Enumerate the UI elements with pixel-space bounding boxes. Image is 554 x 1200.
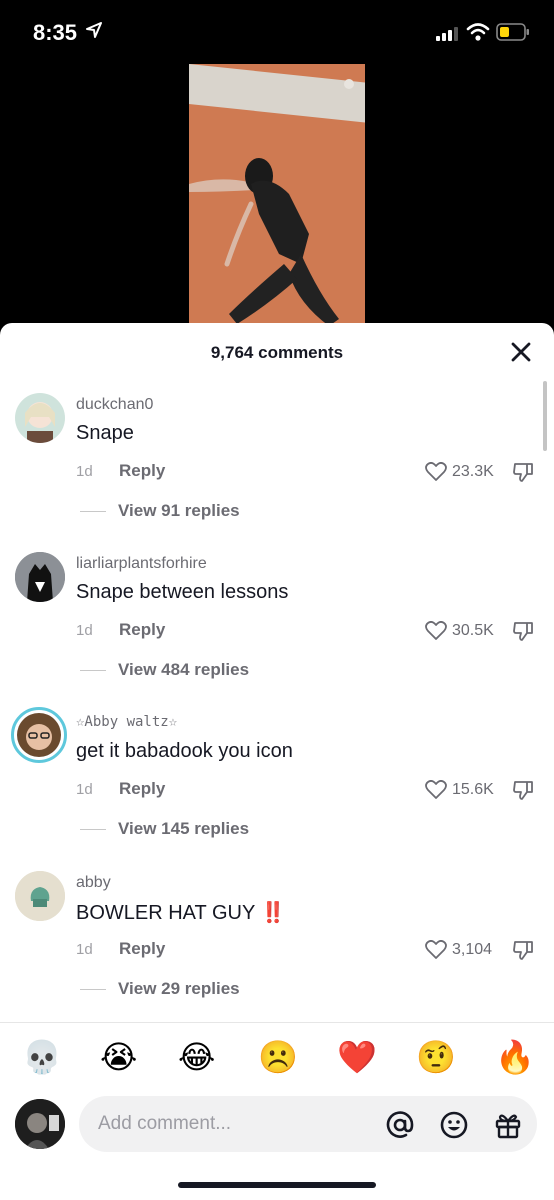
heart-outline-icon	[425, 780, 447, 799]
double-exclamation-icon: ‼️	[260, 902, 286, 924]
comment-text-body: BOWLER HAT GUY	[76, 902, 255, 924]
avatar[interactable]	[15, 1099, 65, 1149]
comment-item: liarliarplantsforhire Snape between less…	[0, 552, 554, 710]
emoji-crying[interactable]: 😭	[100, 1035, 137, 1079]
comment-item: ☆Abby waltz☆ get it babadook you icon 1d…	[0, 707, 554, 869]
at-sign-icon[interactable]	[386, 1111, 414, 1139]
thumbs-down-icon[interactable]	[512, 779, 534, 801]
comments-count-title: 9,764 comments	[210, 343, 344, 362]
like-button[interactable]: 15.6K	[425, 779, 494, 801]
view-replies-button[interactable]: View 484 replies	[80, 660, 249, 680]
avatar[interactable]	[15, 871, 65, 921]
heart-outline-icon	[425, 621, 447, 640]
reply-button[interactable]: Reply	[119, 620, 165, 640]
comment-item: duckchan0 Snape 1d Reply 23.3K View 91 r…	[0, 393, 554, 551]
comment-text: Snape	[76, 422, 134, 444]
replies-divider-line	[80, 510, 106, 512]
comment-username[interactable]: ☆Abby waltz☆	[76, 714, 177, 730]
comment-date: 1d	[76, 622, 93, 639]
view-replies-label: View 91 replies	[118, 501, 240, 520]
close-icon[interactable]	[510, 341, 532, 363]
emoji-raised-eyebrow[interactable]: 🤨	[416, 1035, 456, 1079]
emoji-fire[interactable]: 🔥	[495, 1035, 535, 1079]
video-figure	[189, 79, 354, 326]
smiley-icon[interactable]	[440, 1111, 468, 1139]
add-comment-input[interactable]	[79, 1096, 537, 1152]
heart-outline-icon	[425, 462, 447, 481]
emoji-quick-bar: 💀 😭 😂 ☹️ ❤️ 🤨 🔥	[0, 1035, 554, 1085]
emoji-laughing[interactable]: 😂	[178, 1035, 215, 1079]
location-arrow-icon	[86, 22, 102, 38]
comment-input-row	[0, 1096, 554, 1154]
view-replies-label: View 145 replies	[118, 819, 250, 838]
comment-date: 1d	[76, 781, 93, 798]
status-bar: 8:35	[0, 0, 554, 60]
replies-divider-line	[80, 988, 106, 990]
comment-text: Snape between lessons	[76, 581, 289, 603]
emoji-skull[interactable]: 💀	[22, 1035, 62, 1079]
like-count: 15.6K	[452, 781, 494, 798]
replies-divider-line	[80, 669, 106, 671]
comment-text: get it babadook you icon	[76, 740, 293, 762]
input-divider	[0, 1022, 554, 1023]
like-button[interactable]: 23.3K	[425, 461, 494, 483]
comments-sheet: 9,764 comments duckchan0 Snape 1d Reply …	[0, 323, 554, 1200]
view-replies-button[interactable]: View 29 replies	[80, 979, 240, 999]
comment-item: abby BOWLER HAT GUY ‼️ 1d Reply 3,104 Vi…	[0, 871, 554, 1029]
wifi-icon	[466, 23, 490, 41]
comment-date: 1d	[76, 463, 93, 480]
status-time: 8:35	[33, 20, 78, 45]
like-count: 3,104	[452, 941, 493, 958]
comment-username[interactable]: duckchan0	[76, 396, 153, 414]
comment-text: BOWLER HAT GUY ‼️	[76, 900, 285, 925]
video-preview[interactable]	[189, 64, 365, 344]
view-replies-button[interactable]: View 91 replies	[80, 501, 240, 521]
view-replies-label: View 484 replies	[118, 660, 250, 679]
avatar[interactable]	[15, 393, 65, 443]
avatar[interactable]	[11, 707, 67, 763]
cell-signal-icon	[436, 27, 458, 41]
comment-username[interactable]: liarliarplantsforhire	[76, 555, 207, 573]
thumbs-down-icon[interactable]	[512, 461, 534, 483]
thumbs-down-icon[interactable]	[512, 939, 534, 961]
reply-button[interactable]: Reply	[119, 461, 165, 481]
avatar[interactable]	[15, 552, 65, 602]
view-replies-button[interactable]: View 145 replies	[80, 819, 249, 839]
replies-divider-line	[80, 828, 106, 830]
heart-outline-icon	[425, 940, 447, 959]
like-count: 23.3K	[452, 463, 494, 480]
thumbs-down-icon[interactable]	[512, 620, 534, 642]
comment-username[interactable]: abby	[76, 874, 111, 892]
like-count: 30.5K	[452, 622, 494, 639]
emoji-frowning[interactable]: ☹️	[258, 1035, 298, 1079]
like-button[interactable]: 3,104	[425, 939, 492, 961]
battery-icon	[496, 23, 529, 41]
reply-button[interactable]: Reply	[119, 939, 165, 959]
like-button[interactable]: 30.5K	[425, 620, 494, 642]
emoji-heart[interactable]: ❤️	[337, 1035, 377, 1079]
gift-icon[interactable]	[494, 1111, 522, 1139]
comment-date: 1d	[76, 941, 93, 958]
view-replies-label: View 29 replies	[118, 979, 240, 998]
home-indicator	[178, 1182, 376, 1188]
reply-button[interactable]: Reply	[119, 779, 165, 799]
